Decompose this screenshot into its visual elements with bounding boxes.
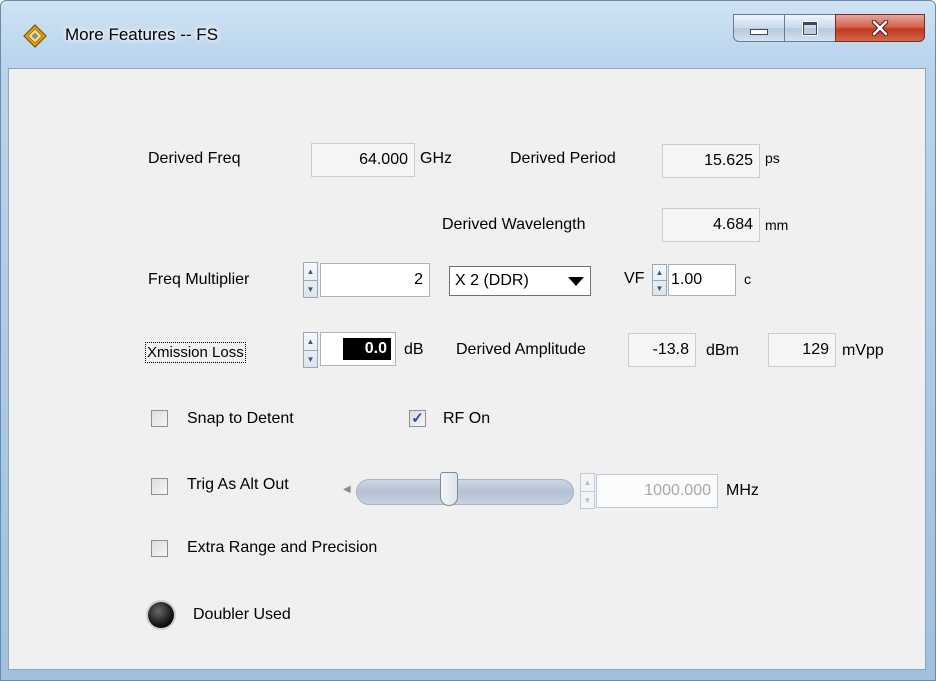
extra-range-checkbox[interactable] — [151, 540, 168, 557]
derived-period-value: 15.625 — [662, 144, 760, 178]
derived-wavelength-value: 4.684 — [662, 208, 760, 242]
minimize-button[interactable] — [733, 14, 785, 42]
xmission-loss-unit: dB — [404, 341, 424, 358]
spin-up-icon[interactable]: ▲ — [304, 333, 317, 350]
alt-out-frequency-unit: MHz — [726, 482, 759, 499]
rf-on-label[interactable]: RF On — [443, 410, 490, 428]
spin-down-icon[interactable]: ▼ — [304, 280, 317, 297]
freq-multiplier-label: Freq Multiplier — [148, 271, 250, 288]
derived-wavelength-unit: mm — [765, 217, 789, 233]
slider-left-arrow-icon: ◀ — [343, 484, 351, 495]
alt-out-slider-thumb[interactable] — [440, 472, 458, 506]
freq-multiplier-input[interactable]: 2 — [320, 263, 430, 297]
derived-amplitude-label: Derived Amplitude — [456, 341, 586, 358]
trig-as-alt-out-checkbox[interactable] — [151, 478, 168, 495]
xmission-loss-input[interactable]: 0.0 — [320, 332, 396, 366]
xmission-loss-spinner[interactable]: ▲ ▼ — [303, 332, 318, 368]
client-area — [8, 68, 926, 670]
doubler-indicator-led — [148, 602, 174, 628]
spin-down-icon[interactable]: ▼ — [653, 280, 666, 295]
derived-period-unit: ps — [765, 150, 780, 166]
derived-period-label: Derived Period — [510, 150, 616, 167]
app-diamond-icon — [23, 24, 47, 48]
derived-amplitude-dbm-value: -13.8 — [628, 333, 696, 367]
minimize-icon — [750, 29, 768, 35]
vf-unit: c — [744, 271, 751, 287]
spin-up-icon: ▲ — [583, 478, 592, 487]
derived-amplitude-dbm-unit: dBm — [706, 342, 739, 359]
close-button[interactable] — [835, 14, 925, 42]
alt-out-frequency-input: 1000.000 — [596, 474, 718, 508]
derived-wavelength-label: Derived Wavelength — [442, 216, 586, 233]
vf-input[interactable]: 1.00 — [668, 264, 736, 296]
vf-spinner[interactable]: ▲ ▼ — [652, 264, 667, 296]
multiplier-mode-select[interactable]: X 2 (DDR) — [449, 266, 591, 296]
spin-down-icon[interactable]: ▼ — [304, 350, 317, 367]
maximize-icon — [803, 21, 817, 35]
xmission-loss-label: Xmission Loss — [145, 342, 246, 363]
spin-up-icon[interactable]: ▲ — [653, 265, 666, 280]
window-title: More Features -- FS — [65, 25, 219, 44]
trig-as-alt-out-label[interactable]: Trig As Alt Out — [187, 476, 289, 494]
multiplier-mode-selected: X 2 (DDR) — [455, 272, 529, 289]
snap-to-detent-label[interactable]: Snap to Detent — [187, 410, 294, 428]
derived-amplitude-mvpp-value: 129 — [768, 333, 836, 367]
spin-down-icon: ▼ — [581, 491, 594, 508]
derived-freq-value: 64.000 — [311, 143, 415, 177]
alt-out-spinner: ▲ ▼ — [580, 473, 595, 509]
maximize-button[interactable] — [784, 14, 836, 42]
derived-freq-unit: GHz — [420, 150, 452, 167]
derived-freq-label: Derived Freq — [148, 150, 241, 167]
close-icon — [871, 20, 889, 36]
freq-multiplier-spinner[interactable]: ▲ ▼ — [303, 262, 318, 298]
doubler-used-label: Doubler Used — [193, 606, 291, 623]
alt-out-slider-track[interactable] — [356, 479, 574, 505]
snap-to-detent-checkbox[interactable] — [151, 410, 168, 427]
title-bar[interactable]: More Features -- FS — [1, 1, 935, 69]
dropdown-arrow-icon[interactable] — [568, 277, 584, 286]
derived-amplitude-mvpp-unit: mVpp — [842, 342, 884, 359]
vf-label: VF — [624, 270, 645, 287]
extra-range-label[interactable]: Extra Range and Precision — [187, 539, 377, 557]
rf-on-checkbox[interactable]: ✓ — [409, 410, 426, 427]
xmission-loss-selected-text: 0.0 — [342, 338, 391, 360]
spin-up-icon[interactable]: ▲ — [304, 263, 317, 280]
checkmark-icon: ✓ — [411, 410, 424, 427]
